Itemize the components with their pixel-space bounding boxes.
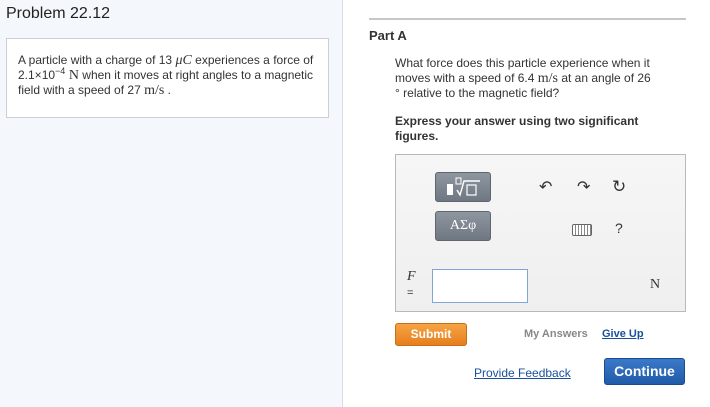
statement-text-4: . [164, 83, 171, 97]
answer-unit: N [650, 277, 661, 292]
answer-variable: F [407, 269, 416, 284]
redo-icon[interactable]: ↷ [577, 179, 590, 197]
continue-button[interactable]: Continue [604, 358, 685, 385]
part-panel: Part A What force does this particle exp… [343, 0, 710, 407]
help-icon[interactable]: ? [615, 219, 623, 237]
question-speed-unit: m/s [537, 71, 558, 86]
equals-sign: = [407, 287, 414, 299]
problem-panel: Problem 22.12 A particle with a charge o… [0, 0, 343, 407]
my-answers-link[interactable]: My Answers [524, 328, 588, 340]
question-text-2: at an angle of 26 [557, 71, 651, 85]
provide-feedback-link[interactable]: Provide Feedback [474, 366, 571, 380]
reset-icon[interactable]: ↻ [612, 178, 626, 196]
part-title: Part A [369, 28, 407, 43]
statement-text-1: A particle with a charge of 13 [18, 53, 176, 67]
answer-input[interactable] [432, 269, 528, 303]
give-up-link[interactable]: Give Up [602, 328, 644, 340]
templates-icon [447, 177, 480, 197]
question-text-3: relative to the magnetic field? [399, 86, 560, 100]
templates-button[interactable] [435, 172, 491, 202]
problem-title: Problem 22.12 [6, 5, 111, 22]
answer-editor: ΑΣφ ↶ ↷ ↻ ? F = N [395, 154, 686, 312]
force-exponent: −4 [55, 66, 66, 76]
submit-button[interactable]: Submit [395, 323, 467, 346]
divider [369, 18, 686, 20]
answer-instructions: Express your answer using two significan… [395, 114, 639, 143]
keyboard-icon[interactable] [572, 224, 592, 236]
charge-unit: μC [175, 53, 192, 68]
undo-icon[interactable]: ↶ [539, 179, 552, 197]
speed-unit: m/s [144, 83, 165, 98]
problem-statement: A particle with a charge of 13 μC experi… [6, 38, 329, 118]
force-unit: N [65, 68, 79, 83]
greek-symbols-button[interactable]: ΑΣφ [435, 211, 491, 241]
question-text: What force does this particle experience… [395, 56, 685, 101]
